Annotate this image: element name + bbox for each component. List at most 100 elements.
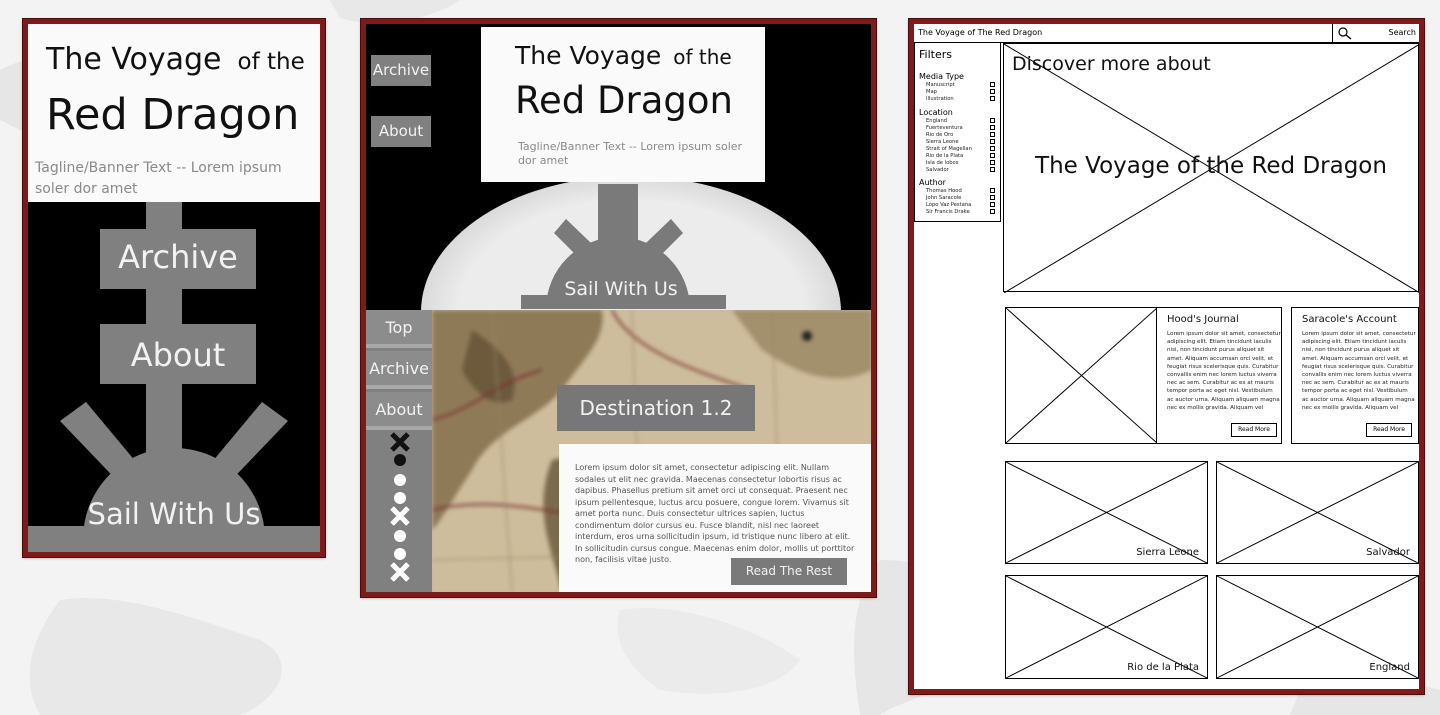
filter-checkbox[interactable] bbox=[990, 132, 995, 137]
filter-item: Thomas Hood bbox=[926, 188, 962, 194]
timeline-dot[interactable] bbox=[394, 548, 406, 560]
filter-checkbox[interactable] bbox=[990, 146, 995, 151]
mobile-header: The Voyage of the Red Dragon Tagline/Bann… bbox=[28, 24, 320, 202]
location-tile[interactable]: Salvador bbox=[1216, 461, 1419, 564]
article-body: Lorem ipsum dolor sit amet, consectetur … bbox=[1167, 331, 1281, 411]
timeline-dot[interactable] bbox=[394, 474, 406, 486]
tablet-header: The Voyage of the Red Dragon Tagline/Bann… bbox=[481, 27, 765, 182]
sidebar-archive-button[interactable]: Archive bbox=[366, 351, 432, 389]
article-title: Saracole's Account bbox=[1302, 314, 1397, 325]
article-body: Lorem ipsum dolor sit amet, consectetur … bbox=[1302, 331, 1416, 411]
filter-checkbox[interactable] bbox=[990, 89, 995, 94]
desktop-wireframe: The Voyage of The Red Dragon Search Filt… bbox=[909, 19, 1424, 694]
title-main: The Voyage bbox=[46, 42, 222, 77]
destination-body: Lorem ipsum dolor sit amet, consectetur … bbox=[575, 463, 855, 564]
filter-item: Fuerteventura bbox=[926, 125, 963, 131]
site-title: The Voyage of the bbox=[515, 41, 732, 70]
timeline-dot-active[interactable] bbox=[394, 454, 406, 466]
sail-with-us-button[interactable]: Sail With Us bbox=[28, 497, 320, 531]
site-title: The Voyage of The Red Dragon bbox=[918, 28, 1043, 37]
top-about-button[interactable]: About bbox=[371, 116, 431, 147]
hero-subtitle: Discover more about bbox=[1012, 53, 1211, 75]
location-label: Sierra Leone bbox=[1136, 547, 1199, 558]
search-box[interactable]: Search bbox=[1332, 24, 1419, 43]
top-archive-button[interactable]: Archive bbox=[371, 55, 431, 86]
filter-item: Rio de la Plata bbox=[926, 153, 964, 159]
filter-item: John Saracole bbox=[926, 195, 962, 201]
filter-item: Illustration bbox=[926, 96, 954, 102]
filter-item: Strait of Magellan bbox=[926, 146, 972, 152]
filter-checkbox[interactable] bbox=[990, 209, 995, 214]
timeline-markers[interactable] bbox=[390, 432, 410, 592]
location-tile[interactable]: England bbox=[1216, 575, 1419, 679]
filter-checkbox[interactable] bbox=[990, 188, 995, 193]
x-icon[interactable] bbox=[390, 562, 410, 582]
site-title-line2: Red Dragon bbox=[46, 90, 300, 140]
sidebar-nav: Top Archive About bbox=[366, 310, 432, 592]
filters-panel: Filters Media Type Manuscript Map Illust… bbox=[914, 43, 1001, 222]
image-placeholder bbox=[1006, 308, 1157, 443]
filter-item: Manuscript bbox=[926, 82, 955, 88]
sidebar-top-button[interactable]: Top bbox=[366, 310, 432, 348]
filter-section-media-type: Media Type bbox=[919, 72, 964, 81]
filter-section-location: Location bbox=[919, 108, 953, 117]
tagline: Tagline/Banner Text -- Lorem ipsum soler… bbox=[518, 140, 743, 167]
sidebar-about-button[interactable]: About bbox=[366, 392, 432, 430]
filter-item: Rio de Oro bbox=[926, 132, 954, 138]
archive-button[interactable]: Archive bbox=[100, 229, 256, 289]
mobile-mockup: The Voyage of the Red Dragon Tagline/Bann… bbox=[23, 19, 325, 557]
article-image-placeholder bbox=[1005, 307, 1158, 444]
article-card: Hood's Journal Lorem ipsum dolor sit ame… bbox=[1156, 307, 1282, 444]
tablet-mockup: Sail With Us The Voyage of the Red Dragon… bbox=[361, 19, 876, 597]
read-more-button[interactable]: Read More bbox=[1366, 423, 1412, 437]
filter-item: Sir Francis Drake bbox=[926, 209, 970, 215]
site-title-line2: Red Dragon bbox=[515, 79, 734, 122]
search-icon[interactable] bbox=[1338, 27, 1352, 40]
location-tile[interactable]: Sierra Leone bbox=[1005, 461, 1208, 564]
filter-item: Sierra Leone bbox=[926, 139, 959, 145]
location-label: England bbox=[1369, 662, 1410, 673]
timeline-dot[interactable] bbox=[394, 492, 406, 504]
timeline-dot[interactable] bbox=[394, 530, 406, 542]
filter-checkbox[interactable] bbox=[990, 139, 995, 144]
filter-item: Salvador bbox=[926, 167, 949, 173]
filter-checkbox[interactable] bbox=[990, 195, 995, 200]
tagline: Tagline/Banner Text -- Lorem ipsum soler… bbox=[35, 160, 282, 197]
filter-item: Map bbox=[926, 89, 937, 95]
article-card: Saracole's Account Lorem ipsum dolor sit… bbox=[1291, 307, 1419, 444]
about-button[interactable]: About bbox=[100, 324, 256, 384]
title-small: of the bbox=[237, 49, 305, 75]
site-title: The Voyage of the bbox=[46, 42, 305, 77]
filter-checkbox[interactable] bbox=[990, 202, 995, 207]
x-icon[interactable] bbox=[390, 432, 410, 452]
filter-checkbox[interactable] bbox=[990, 153, 995, 158]
search-label: Search bbox=[1388, 28, 1416, 37]
top-bar: The Voyage of The Red Dragon Search bbox=[914, 24, 1419, 43]
destination-heading: Destination 1.2 bbox=[557, 385, 755, 431]
title-main: The Voyage bbox=[515, 41, 662, 70]
hero-title: The Voyage of the Red Dragon bbox=[1035, 153, 1387, 179]
filter-section-author: Author bbox=[919, 178, 946, 187]
filter-checkbox[interactable] bbox=[990, 167, 995, 172]
location-tile[interactable]: Rio de la Plata bbox=[1005, 575, 1208, 679]
location-label: Rio de la Plata bbox=[1127, 662, 1199, 673]
read-more-button[interactable]: Read More bbox=[1231, 423, 1277, 437]
filter-checkbox[interactable] bbox=[990, 160, 995, 165]
filter-checkbox[interactable] bbox=[990, 125, 995, 130]
x-icon[interactable] bbox=[390, 506, 410, 526]
filter-checkbox[interactable] bbox=[990, 82, 995, 87]
filters-heading: Filters bbox=[919, 48, 952, 61]
read-the-rest-button[interactable]: Read The Rest bbox=[731, 558, 847, 585]
filter-item: Lopo Vaz Pestana bbox=[926, 202, 972, 208]
helm-icon bbox=[28, 402, 320, 552]
filter-checkbox[interactable] bbox=[990, 118, 995, 123]
article-title: Hood's Journal bbox=[1167, 314, 1239, 325]
destination-card: Lorem ipsum dolor sit amet, consectetur … bbox=[559, 444, 871, 592]
sail-with-us-button[interactable]: Sail With Us bbox=[516, 278, 726, 300]
map-section: Top Archive About Destination 1.2 Lorem … bbox=[366, 310, 871, 592]
filter-checkbox[interactable] bbox=[990, 96, 995, 101]
hero-banner: Discover more about The Voyage of the Re… bbox=[1003, 43, 1419, 293]
location-label: Salvador bbox=[1366, 547, 1410, 558]
filter-item: England bbox=[926, 118, 948, 124]
title-small: of the bbox=[673, 45, 732, 69]
